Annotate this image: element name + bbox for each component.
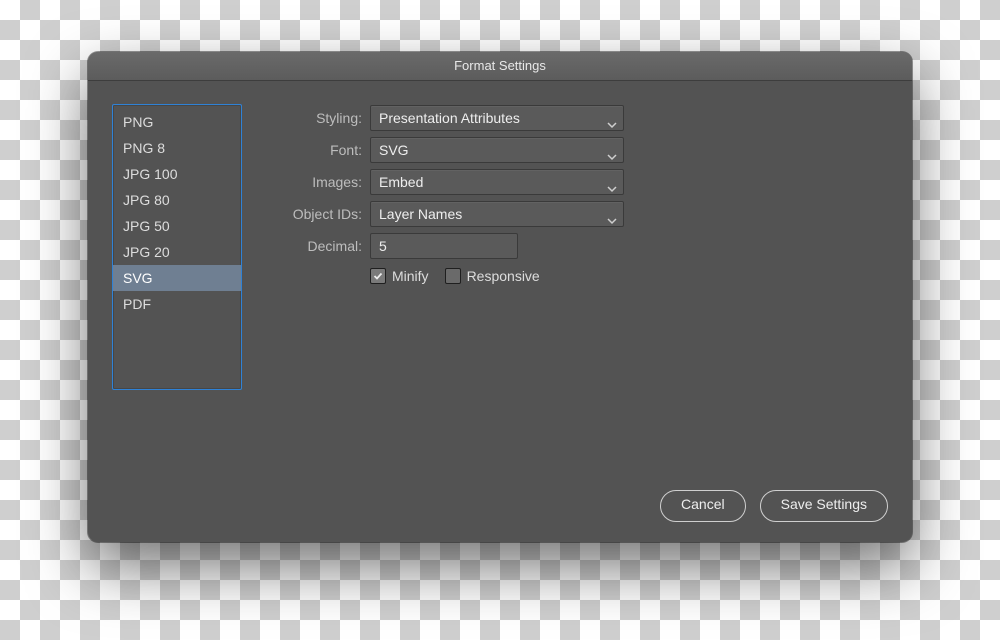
row-images: Images: Embed	[266, 166, 888, 198]
checkbox-responsive-box	[445, 268, 461, 284]
label-images: Images:	[266, 174, 370, 190]
checkbox-minify-label: Minify	[392, 268, 429, 284]
format-item-jpg-80[interactable]: JPG 80	[113, 187, 241, 213]
chevron-down-icon	[607, 177, 617, 187]
select-font-value: SVG	[379, 142, 409, 158]
format-item-svg[interactable]: SVG	[113, 265, 241, 291]
row-object-ids: Object IDs: Layer Names	[266, 198, 888, 230]
row-font: Font: SVG	[266, 134, 888, 166]
save-settings-button[interactable]: Save Settings	[760, 490, 888, 522]
select-images-value: Embed	[379, 174, 423, 190]
format-item-png-8[interactable]: PNG 8	[113, 135, 241, 161]
label-object-ids: Object IDs:	[266, 206, 370, 222]
select-images[interactable]: Embed	[370, 169, 624, 195]
label-font: Font:	[266, 142, 370, 158]
window-title: Format Settings	[88, 52, 912, 81]
chevron-down-icon	[607, 209, 617, 219]
dialog-footer: Cancel Save Settings	[660, 490, 888, 522]
format-item-jpg-100[interactable]: JPG 100	[113, 161, 241, 187]
format-list[interactable]: PNGPNG 8JPG 100JPG 80JPG 50JPG 20SVGPDF	[112, 104, 242, 390]
input-decimal[interactable]: 5	[370, 233, 518, 259]
label-decimal: Decimal:	[266, 238, 370, 254]
label-styling: Styling:	[266, 110, 370, 126]
format-item-jpg-50[interactable]: JPG 50	[113, 213, 241, 239]
select-object-ids-value: Layer Names	[379, 206, 462, 222]
select-styling[interactable]: Presentation Attributes	[370, 105, 624, 131]
cancel-button[interactable]: Cancel	[660, 490, 746, 522]
format-settings-window: Format Settings PNGPNG 8JPG 100JPG 80JPG…	[88, 52, 912, 542]
window-body: PNGPNG 8JPG 100JPG 80JPG 50JPG 20SVGPDF …	[88, 80, 912, 542]
check-icon	[373, 271, 383, 281]
background-checker: Format Settings PNGPNG 8JPG 100JPG 80JPG…	[0, 0, 1000, 640]
row-decimal: Decimal: 5	[266, 230, 888, 262]
chevron-down-icon	[607, 145, 617, 155]
format-item-png[interactable]: PNG	[113, 109, 241, 135]
checkbox-minify-box	[370, 268, 386, 284]
select-object-ids[interactable]: Layer Names	[370, 201, 624, 227]
row-checkboxes: Minify Responsive	[370, 268, 888, 284]
format-item-pdf[interactable]: PDF	[113, 291, 241, 317]
checkbox-responsive-label: Responsive	[467, 268, 540, 284]
svg-options-form: Styling: Presentation Attributes Font: S…	[266, 102, 888, 284]
select-font[interactable]: SVG	[370, 137, 624, 163]
row-styling: Styling: Presentation Attributes	[266, 102, 888, 134]
chevron-down-icon	[607, 113, 617, 123]
select-styling-value: Presentation Attributes	[379, 110, 520, 126]
format-item-jpg-20[interactable]: JPG 20	[113, 239, 241, 265]
checkbox-minify[interactable]: Minify	[370, 268, 429, 284]
checkbox-responsive[interactable]: Responsive	[445, 268, 540, 284]
